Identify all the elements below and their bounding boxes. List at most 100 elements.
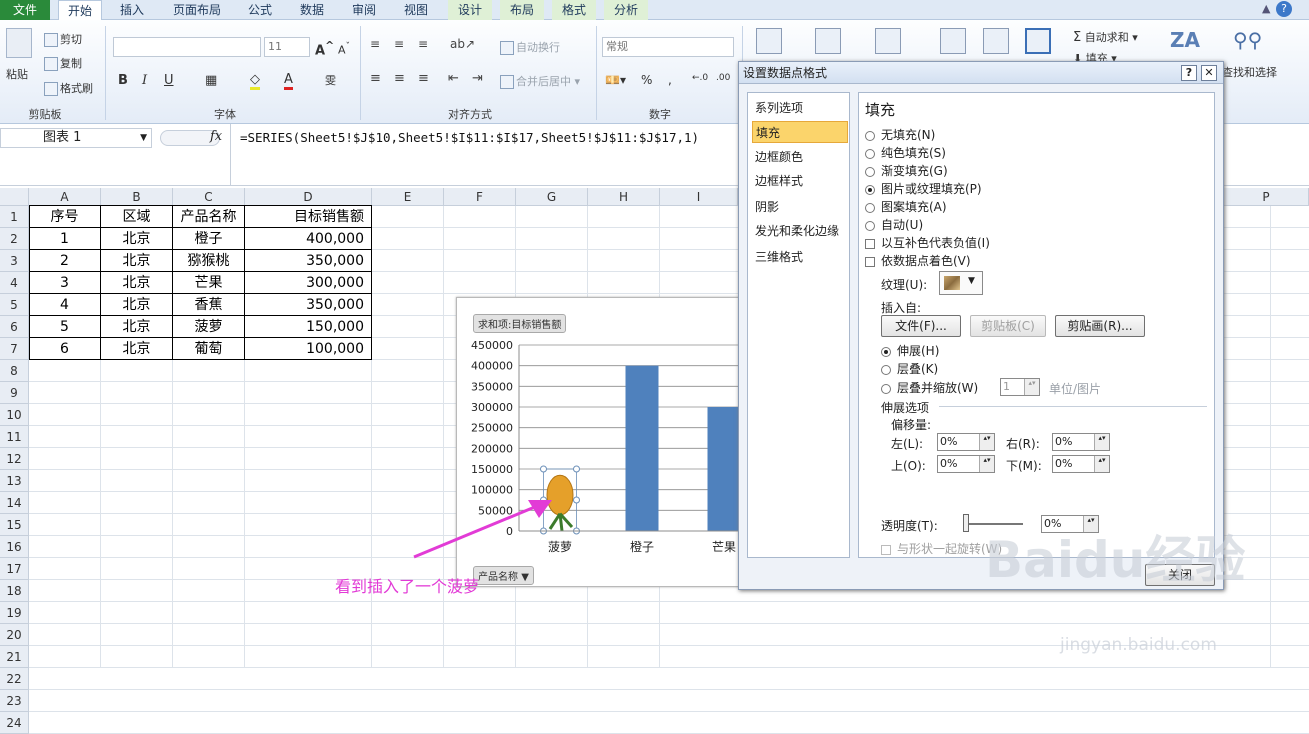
table-cell[interactable]: 猕猴桃: [173, 250, 245, 272]
table-header-cell[interactable]: 序号: [29, 206, 101, 228]
solid-fill-option[interactable]: 纯色填充(S): [865, 144, 946, 161]
bold-icon[interactable]: B: [118, 73, 128, 88]
table-cell[interactable]: 350,000: [245, 294, 372, 316]
table-cell[interactable]: 北京: [101, 272, 173, 294]
tab-layout[interactable]: 布局: [500, 0, 544, 20]
insert-function-icon[interactable]: fx: [210, 129, 222, 144]
table-cell[interactable]: 4: [29, 294, 101, 316]
insert-clipboard-button[interactable]: 剪贴板(C): [970, 315, 1046, 337]
nav-shadow[interactable]: 阴影: [752, 196, 848, 218]
column-header[interactable]: A: [29, 188, 101, 206]
paste-icon[interactable]: [6, 28, 32, 58]
vary-colors-checkbox[interactable]: 依数据点着色(V): [865, 252, 971, 269]
align-bottom-icon[interactable]: ≡: [418, 37, 428, 51]
phonetic-icon[interactable]: 雯: [325, 72, 336, 88]
paste-button[interactable]: 粘贴: [6, 66, 28, 82]
nav-series-options[interactable]: 系列选项: [752, 97, 848, 119]
format-cells-icon[interactable]: [1025, 28, 1051, 54]
align-center-icon[interactable]: ≡: [394, 71, 405, 86]
table-cell[interactable]: 北京: [101, 294, 173, 316]
fill-color-icon[interactable]: ◇: [250, 72, 260, 90]
row-header[interactable]: 1: [0, 206, 29, 228]
column-header[interactable]: D: [245, 188, 372, 206]
row-header[interactable]: 4: [0, 272, 29, 294]
column-header[interactable]: E: [372, 188, 444, 206]
insert-clipart-button[interactable]: 剪贴画(R)...: [1055, 315, 1145, 337]
align-middle-icon[interactable]: ≡: [394, 37, 404, 51]
table-cell[interactable]: 北京: [101, 338, 173, 360]
row-header[interactable]: 19: [0, 602, 29, 624]
align-right-icon[interactable]: ≡: [418, 71, 429, 86]
bottom-offset-input[interactable]: 0%: [1052, 455, 1110, 473]
column-header[interactable]: H: [588, 188, 660, 206]
format-table-icon[interactable]: [815, 28, 841, 54]
row-header[interactable]: 15: [0, 514, 29, 536]
help-icon[interactable]: ?: [1276, 1, 1292, 17]
nav-border-style[interactable]: 边框样式: [752, 170, 848, 192]
table-cell[interactable]: 150,000: [245, 316, 372, 338]
table-cell[interactable]: 葡萄: [173, 338, 245, 360]
find-select-button[interactable]: 查找和选择: [1222, 64, 1277, 80]
format-painter-button[interactable]: 格式刷: [44, 80, 93, 96]
font-size-combo[interactable]: 11: [264, 37, 310, 57]
left-offset-input[interactable]: 0%: [937, 433, 995, 451]
tab-design[interactable]: 设计: [448, 0, 492, 20]
tab-page-layout[interactable]: 页面布局: [164, 0, 230, 20]
table-cell[interactable]: 1: [29, 228, 101, 250]
sort-filter-icon[interactable]: ZA: [1170, 28, 1200, 52]
cut-button[interactable]: 剪切: [44, 31, 82, 47]
column-header[interactable]: I: [660, 188, 738, 206]
row-header[interactable]: 7: [0, 338, 29, 360]
comma-icon[interactable]: ,: [668, 73, 672, 87]
row-header[interactable]: 3: [0, 250, 29, 272]
column-header[interactable]: F: [444, 188, 516, 206]
row-header[interactable]: 2: [0, 228, 29, 250]
dialog-close-icon[interactable]: ✕: [1201, 65, 1217, 81]
merge-center-button[interactable]: 合并后居中 ▾: [500, 73, 580, 89]
table-cell[interactable]: 300,000: [245, 272, 372, 294]
nav-glow-soft-edges[interactable]: 发光和柔化边缘: [752, 220, 848, 242]
formula-input[interactable]: =SERIES(Sheet5!$J$10,Sheet5!$I$11:$I$17,…: [240, 130, 699, 145]
row-header[interactable]: 23: [0, 690, 29, 712]
table-cell[interactable]: 橙子: [173, 228, 245, 250]
invert-negative-checkbox[interactable]: 以互补色代表负值(I): [865, 234, 990, 251]
column-header[interactable]: C: [173, 188, 245, 206]
table-cell[interactable]: 100,000: [245, 338, 372, 360]
row-header[interactable]: 22: [0, 668, 29, 690]
table-cell[interactable]: 芒果: [173, 272, 245, 294]
tab-view[interactable]: 视图: [396, 0, 436, 20]
dialog-help-button[interactable]: ?: [1181, 65, 1197, 81]
transparency-slider-thumb[interactable]: [963, 514, 969, 532]
row-header[interactable]: 24: [0, 712, 29, 734]
right-offset-input[interactable]: 0%: [1052, 433, 1110, 451]
table-cell[interactable]: 5: [29, 316, 101, 338]
shrink-font-icon[interactable]: Aˇ: [338, 41, 350, 57]
insert-file-button[interactable]: 文件(F)...: [881, 315, 961, 337]
table-cell[interactable]: 香蕉: [173, 294, 245, 316]
stretch-option[interactable]: 伸展(H): [881, 342, 939, 359]
automatic-fill-option[interactable]: 自动(U): [865, 216, 923, 233]
row-header[interactable]: 14: [0, 492, 29, 514]
increase-indent-icon[interactable]: ⇥: [472, 71, 483, 86]
table-cell[interactable]: 3: [29, 272, 101, 294]
nav-fill[interactable]: 填充: [752, 121, 848, 143]
table-cell[interactable]: 2: [29, 250, 101, 272]
increase-decimal-icon[interactable]: ←.0: [692, 73, 708, 83]
stack-scale-option[interactable]: 层叠并缩放(W): [881, 379, 978, 396]
font-color-icon[interactable]: A: [284, 72, 293, 90]
no-fill-option[interactable]: 无填充(N): [865, 126, 935, 143]
pattern-fill-option[interactable]: 图案填充(A): [865, 198, 947, 215]
currency-icon[interactable]: 💴▾: [605, 73, 626, 87]
border-icon[interactable]: ▦: [205, 73, 217, 88]
top-offset-input[interactable]: 0%: [937, 455, 995, 473]
tab-analyze[interactable]: 分析: [604, 0, 648, 20]
underline-icon[interactable]: U: [164, 73, 174, 88]
name-box[interactable]: 图表 1 ▼: [0, 128, 152, 148]
row-header[interactable]: 9: [0, 382, 29, 404]
italic-icon[interactable]: I: [142, 73, 147, 88]
row-header[interactable]: 12: [0, 448, 29, 470]
column-header[interactable]: G: [516, 188, 588, 206]
collapse-ribbon-icon[interactable]: ▲: [1262, 2, 1270, 15]
align-top-icon[interactable]: ≡: [370, 37, 380, 51]
row-header[interactable]: 6: [0, 316, 29, 338]
